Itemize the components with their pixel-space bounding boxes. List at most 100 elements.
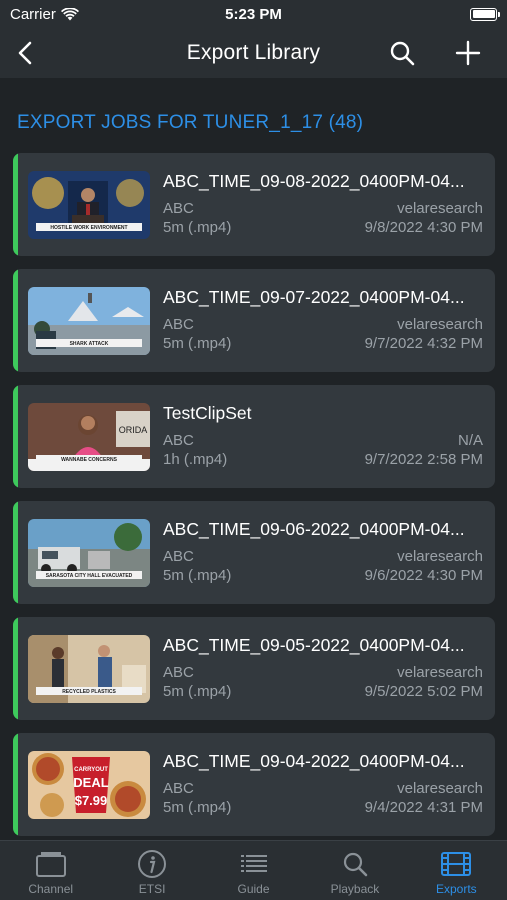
list-icon [238, 849, 270, 879]
carrier-label: Carrier [10, 5, 56, 23]
job-duration: 5m (.mp4) [163, 335, 232, 352]
job-meta-row: ABC velaresearch [163, 200, 483, 217]
job-date: 9/6/2022 4:30 PM [364, 567, 483, 584]
thumbnail-image: RECYCLED PLASTICS [28, 635, 150, 703]
job-meta-row: 5m (.mp4) 9/8/2022 4:30 PM [163, 219, 483, 236]
tab-exports[interactable]: Exports [406, 841, 507, 900]
thumbnail-caption: RECYCLED PLASTICS [62, 689, 116, 695]
thumbnail-deal-text: CARRYOUT [74, 767, 108, 773]
job-meta-row: ABC N/A [163, 432, 483, 449]
tab-guide[interactable]: Guide [203, 841, 304, 900]
job-channel: ABC [163, 548, 194, 565]
job-status-bar [13, 385, 18, 488]
search-icon [339, 849, 371, 879]
job-meta-row: 5m (.mp4) 9/6/2022 4:30 PM [163, 567, 483, 584]
job-meta-row: ABC velaresearch [163, 316, 483, 333]
job-channel: ABC [163, 316, 194, 333]
back-button[interactable] [12, 39, 40, 67]
job-duration: 5m (.mp4) [163, 219, 232, 236]
job-meta-row: 5m (.mp4) 9/5/2022 5:02 PM [163, 683, 483, 700]
job-title: TestClipSet [163, 403, 252, 423]
job-user: velaresearch [397, 780, 483, 797]
job-channel: ABC [163, 200, 194, 217]
job-title: ABC_TIME_09-06-2022_0400PM-04... [163, 519, 465, 539]
export-list-content: EXPORT JOBS FOR TUNER_1_17 (48) HOSTILE … [0, 78, 507, 840]
job-duration: 1h (.mp4) [163, 451, 228, 468]
job-thumbnail: RECYCLED PLASTICS [28, 635, 150, 703]
job-status-bar [13, 617, 18, 720]
job-duration: 5m (.mp4) [163, 799, 232, 816]
job-meta-row: 5m (.mp4) 9/4/2022 4:31 PM [163, 799, 483, 816]
thumbnail-image: SHARK ATTACK [28, 287, 150, 355]
job-user: velaresearch [397, 200, 483, 217]
tab-playback[interactable]: Playback [304, 841, 405, 900]
thumbnail-image: CARRYOUT DEAL $7.99 [28, 751, 150, 819]
tab-bar: Channel ETSI Guide Playback Exports [0, 840, 507, 900]
search-button[interactable] [388, 39, 416, 67]
job-duration: 5m (.mp4) [163, 567, 232, 584]
thumbnail-caption: SARASOTA CITY HALL EVACUATED [46, 573, 133, 579]
job-thumbnail: CARRYOUT DEAL $7.99 [28, 751, 150, 819]
job-thumbnail: HOSTILE WORK ENVIRONMENT [28, 171, 150, 239]
add-button[interactable] [454, 39, 482, 67]
thumbnail-image: HOSTILE WORK ENVIRONMENT [28, 171, 150, 239]
export-job-card[interactable]: WANNABE CONCERNS ORIDA TestClipSet ABC N/… [13, 385, 495, 488]
status-bar: Carrier 5:23 PM [0, 0, 507, 28]
job-thumbnail: SARASOTA CITY HALL EVACUATED [28, 519, 150, 587]
tab-label: Channel [28, 882, 74, 896]
thumbnail-caption: HOSTILE WORK ENVIRONMENT [50, 225, 127, 231]
job-thumbnail: WANNABE CONCERNS ORIDA [28, 403, 150, 471]
nav-bar: Export Library [0, 28, 507, 78]
carrier-group: Carrier [10, 6, 79, 23]
job-status-bar [13, 501, 18, 604]
tv-icon [35, 849, 67, 879]
job-title: ABC_TIME_09-04-2022_0400PM-04... [163, 751, 465, 771]
export-job-card[interactable]: CARRYOUT DEAL $7.99 ABC_TIME_09-04-2022_04… [13, 733, 495, 836]
thumbnail-deal-text: DEAL [73, 775, 108, 790]
thumbnail-caption: SHARK ATTACK [70, 341, 109, 347]
thumbnail-caption: WANNABE CONCERNS [61, 457, 118, 463]
tab-etsi[interactable]: ETSI [101, 841, 202, 900]
job-channel: ABC [163, 780, 194, 797]
battery-icon [470, 7, 500, 21]
export-job-card[interactable]: RECYCLED PLASTICS ABC_TIME_09-05-2022_04… [13, 617, 495, 720]
job-title: ABC_TIME_09-08-2022_0400PM-04... [163, 171, 465, 191]
job-date: 9/7/2022 2:58 PM [364, 451, 483, 468]
job-date: 9/7/2022 4:32 PM [364, 335, 483, 352]
job-user: N/A [457, 432, 483, 449]
job-thumbnail: SHARK ATTACK [28, 287, 150, 355]
tab-label: Playback [330, 882, 380, 896]
page-title: Export Library [186, 41, 321, 64]
job-meta-row: ABC velaresearch [163, 548, 483, 565]
wifi-icon [60, 7, 79, 20]
export-job-card[interactable]: SARASOTA CITY HALL EVACUATED ABC_TIME_09… [13, 501, 495, 604]
thumbnail-deal-text: $7.99 [75, 793, 108, 808]
job-list: HOSTILE WORK ENVIRONMENT ABC_TIME_09-08-… [13, 153, 495, 840]
tab-label: ETSI [138, 882, 166, 896]
job-channel: ABC [163, 664, 194, 681]
job-meta-row: ABC velaresearch [163, 664, 483, 681]
job-date: 9/8/2022 4:30 PM [364, 219, 483, 236]
section-header: EXPORT JOBS FOR TUNER_1_17 (48) [17, 112, 364, 133]
job-channel: ABC [163, 432, 194, 449]
tab-channel[interactable]: Channel [0, 841, 101, 900]
thumbnail-image: SARASOTA CITY HALL EVACUATED [28, 519, 150, 587]
thumbnail-side-text: ORIDA [119, 425, 148, 435]
export-job-card[interactable]: SHARK ATTACK ABC_TIME_09-07-2022_0400PM-… [13, 269, 495, 372]
job-duration: 5m (.mp4) [163, 683, 232, 700]
film-icon [440, 849, 472, 879]
job-status-bar [13, 153, 18, 256]
job-meta-row: 1h (.mp4) 9/7/2022 2:58 PM [163, 451, 483, 468]
job-status-bar [13, 269, 18, 372]
thumbnail-image: WANNABE CONCERNS ORIDA [28, 403, 150, 471]
tab-label: Guide [237, 882, 270, 896]
export-job-card[interactable]: HOSTILE WORK ENVIRONMENT ABC_TIME_09-08-… [13, 153, 495, 256]
job-meta-row: ABC velaresearch [163, 780, 483, 797]
job-meta-row: 5m (.mp4) 9/7/2022 4:32 PM [163, 335, 483, 352]
job-user: velaresearch [397, 664, 483, 681]
job-title: ABC_TIME_09-07-2022_0400PM-04... [163, 287, 465, 307]
job-date: 9/5/2022 5:02 PM [364, 683, 483, 700]
job-status-bar [13, 733, 18, 836]
job-date: 9/4/2022 4:31 PM [364, 799, 483, 816]
job-title: ABC_TIME_09-05-2022_0400PM-04... [163, 635, 465, 655]
